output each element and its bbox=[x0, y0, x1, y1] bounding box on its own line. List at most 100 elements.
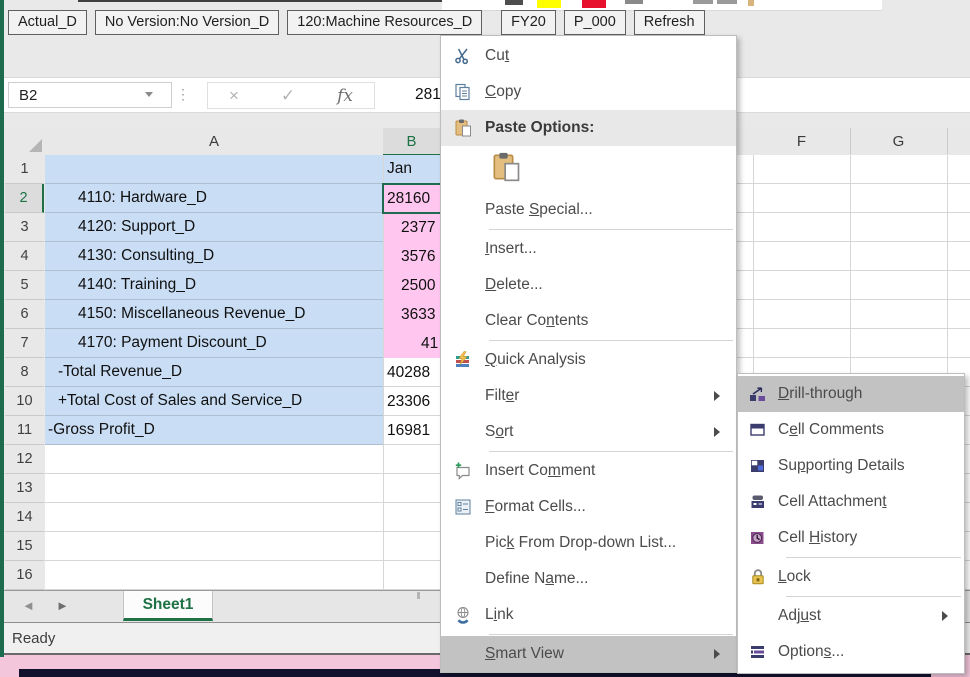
menu-item-label: Lock bbox=[778, 568, 942, 586]
pov-button-refresh[interactable]: Refresh bbox=[634, 10, 705, 35]
cell-B5[interactable]: 2500 bbox=[383, 271, 440, 300]
row-header-12[interactable]: 12 bbox=[5, 445, 44, 474]
menu-item-clear-contents[interactable]: Clear Contents bbox=[441, 303, 736, 339]
menu-item-link[interactable]: Link bbox=[441, 597, 736, 633]
menu-item-label: Clear Contents bbox=[485, 312, 714, 330]
context-menu: CutCopyPaste Options:Paste Special...Ins… bbox=[440, 35, 737, 673]
pov-button-actual-d[interactable]: Actual_D bbox=[8, 10, 87, 35]
menu-item-format-cells[interactable]: Format Cells... bbox=[441, 489, 736, 525]
formula-bar-separator: ⋮ bbox=[176, 82, 186, 106]
row-header-3[interactable]: 3 bbox=[5, 213, 44, 242]
submenu-arrow-icon bbox=[714, 391, 736, 401]
menu-item-copy[interactable]: Copy bbox=[441, 74, 736, 110]
menu-item-supporting-details[interactable]: Supporting Details bbox=[738, 448, 964, 484]
col-header-A[interactable]: A bbox=[45, 128, 384, 154]
menu-item-filter[interactable]: Filter bbox=[441, 378, 736, 414]
pov-button-no-version-no-version-d[interactable]: No Version:No Version_D bbox=[95, 10, 279, 35]
menu-item-delete[interactable]: Delete... bbox=[441, 267, 736, 303]
menu-item-cut[interactable]: Cut bbox=[441, 38, 736, 74]
menu-item-define-name[interactable]: Define Name... bbox=[441, 561, 736, 597]
menu-item-label: Cell Attachment bbox=[778, 493, 942, 511]
highlight-yellow-swatch bbox=[537, 0, 561, 8]
cell-A1[interactable] bbox=[45, 155, 383, 184]
tab-splitter-handle[interactable] bbox=[417, 592, 420, 599]
cell-A6[interactable]: 4150: Miscellaneous Revenue_D bbox=[45, 300, 383, 329]
menu-item-label: Copy bbox=[485, 83, 714, 101]
menu-item-cell-history[interactable]: Cell History bbox=[738, 520, 964, 556]
excel-window: Actual_D No Version:No Version_D 120:Machi… bbox=[0, 0, 970, 677]
cell-A7[interactable]: 4170: Payment Discount_D bbox=[45, 329, 383, 358]
menu-item-paste-special[interactable]: Paste Special... bbox=[441, 192, 736, 228]
row-header-6[interactable]: 6 bbox=[5, 300, 44, 329]
menu-item-lock[interactable]: Lock bbox=[738, 559, 964, 595]
col-header-B[interactable]: B bbox=[383, 128, 441, 156]
menu-item-adjust[interactable]: Adjust bbox=[738, 598, 964, 634]
tab-scroll-left-icon[interactable]: ◄ bbox=[22, 598, 35, 613]
menu-item-pick-from-drop-down-list[interactable]: Pick From Drop-down List... bbox=[441, 525, 736, 561]
col-header-F[interactable]: F bbox=[753, 128, 851, 154]
menu-item-paste[interactable] bbox=[441, 146, 736, 192]
cell-B4[interactable]: 3576 bbox=[383, 242, 440, 271]
cell-A11[interactable]: -Gross Profit_D bbox=[45, 416, 383, 445]
row-header-4[interactable]: 4 bbox=[5, 242, 44, 271]
pov-button-120-machine-resources-d[interactable]: 120:Machine Resources_D bbox=[287, 10, 482, 35]
menu-item-cell-attachment[interactable]: Cell Attachment bbox=[738, 484, 964, 520]
cancel-icon[interactable]: × bbox=[229, 86, 239, 106]
row-header-13[interactable]: 13 bbox=[5, 474, 44, 503]
name-box-dropdown-icon[interactable] bbox=[138, 82, 160, 106]
paste-icon bbox=[441, 119, 485, 137]
select-all-corner[interactable] bbox=[5, 128, 46, 156]
menu-item-cell-comments[interactable]: Cell Comments bbox=[738, 412, 964, 448]
cell-B1[interactable]: Jan bbox=[383, 155, 440, 184]
insert-function-icon[interactable]: fx bbox=[337, 86, 353, 106]
menu-item-drill-through[interactable]: Drill-through bbox=[738, 376, 964, 412]
menu-item-label: Paste Options: bbox=[485, 119, 714, 137]
cell-A2[interactable]: 4110: Hardware_D bbox=[45, 184, 383, 213]
cell-A10[interactable]: +Total Cost of Sales and Service_D bbox=[45, 387, 383, 416]
row-header-10[interactable]: 10 bbox=[5, 387, 44, 416]
cell-B11[interactable]: 16981 bbox=[383, 416, 440, 445]
cell-A4[interactable]: 4130: Consulting_D bbox=[45, 242, 383, 271]
row-header-7[interactable]: 7 bbox=[5, 329, 44, 358]
cell-B3[interactable]: 2377 bbox=[383, 213, 440, 242]
tab-sheet1[interactable]: Sheet1 bbox=[123, 591, 213, 621]
menu-item-insert[interactable]: Insert... bbox=[441, 231, 736, 267]
menu-item-paste-options[interactable]: Paste Options: bbox=[441, 110, 736, 146]
menu-item-sort[interactable]: Sort bbox=[441, 414, 736, 450]
menu-item-smart-view[interactable]: Smart View bbox=[441, 636, 736, 672]
row-header-15[interactable]: 15 bbox=[5, 532, 44, 561]
scissors-icon bbox=[441, 47, 485, 65]
selected-cell-border bbox=[382, 183, 444, 214]
row-header-11[interactable]: 11 bbox=[5, 416, 44, 445]
menu-item-label: Link bbox=[485, 606, 714, 624]
menu-item-quick-analysis[interactable]: Quick Analysis bbox=[441, 342, 736, 378]
cell_comments-icon bbox=[738, 421, 778, 439]
menu-item-options[interactable]: Options... bbox=[738, 634, 964, 670]
cell-B10[interactable]: 23306 bbox=[383, 387, 440, 416]
row-header-5[interactable]: 5 bbox=[5, 271, 44, 300]
cell-A5[interactable]: 4140: Training_D bbox=[45, 271, 383, 300]
row-header-14[interactable]: 14 bbox=[5, 503, 44, 532]
pov-button-fy20[interactable]: FY20 bbox=[501, 10, 556, 35]
gray-bar-swatch bbox=[625, 0, 643, 4]
pov-button-p-000[interactable]: P_000 bbox=[564, 10, 626, 35]
tab-scroll-right-icon[interactable]: ► bbox=[56, 598, 69, 613]
mini-toolbar-edge bbox=[78, 0, 446, 2]
drill_through-icon bbox=[738, 385, 778, 403]
cell-B6[interactable]: 3633 bbox=[383, 300, 440, 329]
enter-icon[interactable]: ✓ bbox=[281, 86, 295, 106]
row-header-8[interactable]: 8 bbox=[5, 358, 44, 387]
tiny-1-swatch bbox=[693, 0, 713, 4]
menu-item-insert-comment[interactable]: Insert Comment bbox=[441, 453, 736, 489]
cell-B8[interactable]: 40288 bbox=[383, 358, 440, 387]
row-header-16[interactable]: 16 bbox=[5, 561, 44, 590]
col-header-G[interactable]: G bbox=[850, 128, 948, 154]
row-header-2[interactable]: 2 bbox=[5, 184, 44, 213]
cell-A3[interactable]: 4120: Support_D bbox=[45, 213, 383, 242]
cell-A8[interactable]: -Total Revenue_D bbox=[45, 358, 383, 387]
window-left-border bbox=[0, 0, 4, 657]
font-red-swatch bbox=[582, 0, 606, 8]
row-header-1[interactable]: 1 bbox=[5, 155, 44, 184]
cell-B7[interactable]: 41 bbox=[383, 329, 440, 358]
col-header-edge[interactable] bbox=[947, 128, 970, 154]
